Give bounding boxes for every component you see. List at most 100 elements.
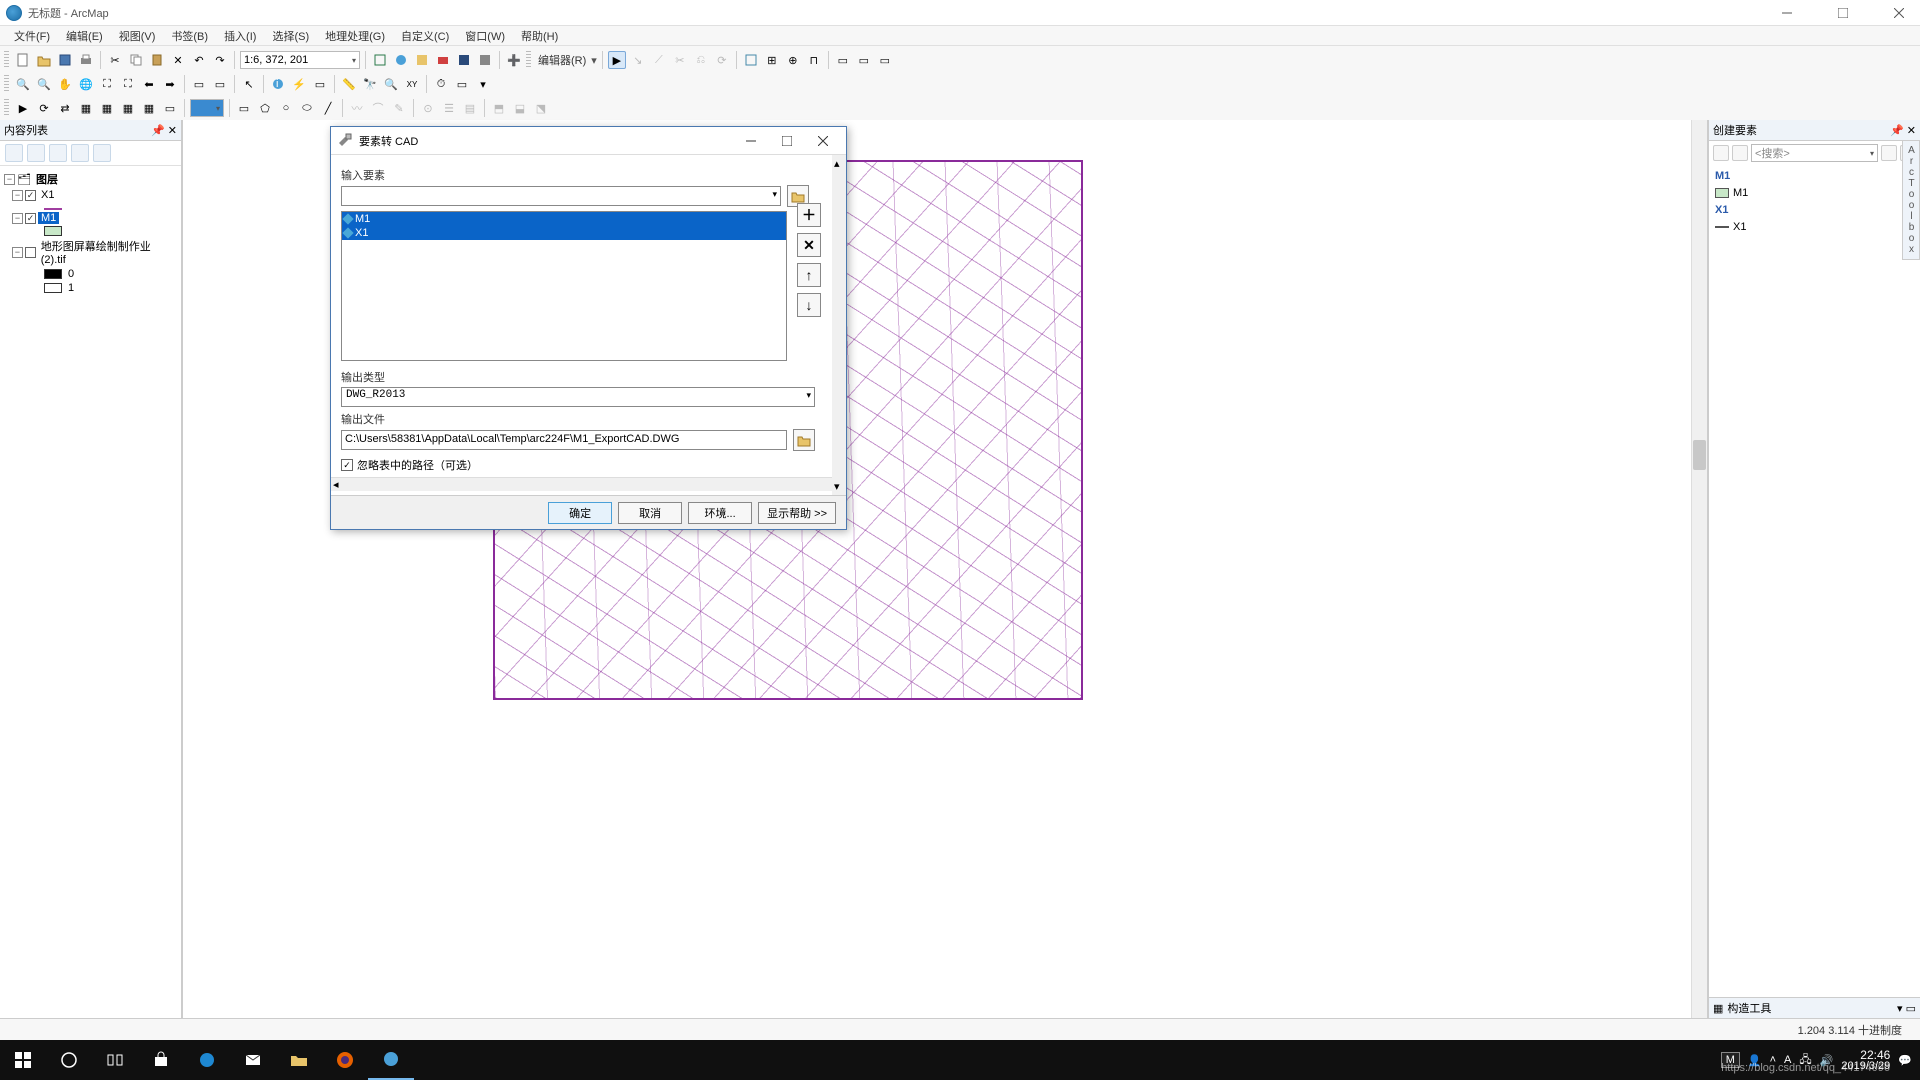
- toc-view-visible-icon[interactable]: [49, 144, 67, 162]
- panel-pin-icon[interactable]: 📌 ✕: [151, 124, 177, 137]
- georef-rotate-icon[interactable]: ⟳: [35, 99, 53, 117]
- toc-view-list-icon[interactable]: [5, 144, 23, 162]
- edit-tool-icon[interactable]: ▶: [608, 51, 626, 69]
- start-button[interactable]: [0, 1040, 46, 1080]
- edit-more-icon[interactable]: ⊓: [805, 51, 823, 69]
- taskbar-arcmap-icon[interactable]: [368, 1040, 414, 1080]
- dropdown-icon[interactable]: ▾: [474, 75, 492, 93]
- delete-icon[interactable]: ✕: [169, 51, 187, 69]
- layer-m1[interactable]: M1: [38, 212, 59, 224]
- edit-win3-icon[interactable]: ▭: [876, 51, 894, 69]
- menu-geoprocessing[interactable]: 地理处理(G): [319, 26, 391, 46]
- edit-win1-icon[interactable]: ▭: [834, 51, 852, 69]
- zoom-in-icon[interactable]: 🔍: [14, 75, 32, 93]
- cortana-icon[interactable]: [46, 1040, 92, 1080]
- fixed-zoom-out-icon[interactable]: ⛶: [119, 75, 137, 93]
- feature-row-x1[interactable]: X1: [342, 226, 786, 240]
- cancel-button[interactable]: 取消: [618, 502, 682, 524]
- marker3-icon[interactable]: ⬔: [532, 99, 550, 117]
- paste-icon[interactable]: [148, 51, 166, 69]
- taskbar-mail-icon[interactable]: [230, 1040, 276, 1080]
- move-up-button[interactable]: ↑: [797, 263, 821, 287]
- output-type-combo[interactable]: DWG_R2013: [341, 387, 815, 407]
- draw-ellipse-icon[interactable]: ⬭: [298, 99, 316, 117]
- taskbar-store-icon[interactable]: [138, 1040, 184, 1080]
- model-icon[interactable]: [476, 51, 494, 69]
- search-go-icon[interactable]: [1881, 145, 1897, 161]
- taskbar-firefox-icon[interactable]: [322, 1040, 368, 1080]
- toc-view-source-icon[interactable]: [27, 144, 45, 162]
- catalog-icon[interactable]: [413, 51, 431, 69]
- cut-icon[interactable]: ✂: [106, 51, 124, 69]
- window-close-button[interactable]: [1884, 3, 1914, 23]
- edit-win2-icon[interactable]: ▭: [855, 51, 873, 69]
- new-document-icon[interactable]: [14, 51, 32, 69]
- group-templates-icon[interactable]: [1732, 145, 1748, 161]
- menu-insert[interactable]: 插入(I): [218, 26, 262, 46]
- attr-icon[interactable]: [742, 51, 760, 69]
- tree-toggle[interactable]: −: [12, 213, 23, 224]
- layout-icon[interactable]: [371, 51, 389, 69]
- undo-icon[interactable]: ↶: [190, 51, 208, 69]
- panel-pin-icon[interactable]: 📌 ✕: [1890, 124, 1916, 137]
- georef-grid2-icon[interactable]: ▦: [98, 99, 116, 117]
- remove-feature-button[interactable]: ✕: [797, 233, 821, 257]
- draw-line-icon[interactable]: ╱: [319, 99, 337, 117]
- dialog-maximize-button[interactable]: [770, 130, 804, 152]
- template-search-input[interactable]: <搜索>: [1751, 144, 1878, 162]
- edit-node-icon[interactable]: ⊙: [419, 99, 437, 117]
- goto-xy-icon[interactable]: XY: [403, 75, 421, 93]
- window-maximize-button[interactable]: [1828, 3, 1858, 23]
- filter-templates-icon[interactable]: [1713, 145, 1729, 161]
- menu-file[interactable]: 文件(F): [8, 26, 56, 46]
- tree-toggle[interactable]: −: [12, 190, 23, 201]
- menu-help[interactable]: 帮助(H): [515, 26, 564, 46]
- marker2-icon[interactable]: ⬓: [511, 99, 529, 117]
- layer-checkbox[interactable]: [25, 247, 36, 258]
- menu-customize[interactable]: 自定义(C): [395, 26, 455, 46]
- full-extent-icon[interactable]: 🌐: [77, 75, 95, 93]
- draw-circle-icon[interactable]: ○: [277, 99, 295, 117]
- dialog-minimize-button[interactable]: [734, 130, 768, 152]
- add-feature-button[interactable]: ＋: [797, 203, 821, 227]
- template-item-m1[interactable]: M1: [1711, 185, 1918, 201]
- output-file-input[interactable]: C:\Users\58381\AppData\Local\Temp\arc224…: [341, 430, 787, 450]
- menu-window[interactable]: 窗口(W): [459, 26, 511, 46]
- task-view-icon[interactable]: [92, 1040, 138, 1080]
- toolbox-icon[interactable]: [434, 51, 452, 69]
- edit-vertices-icon[interactable]: ↘: [629, 51, 647, 69]
- layer-checkbox[interactable]: [25, 213, 36, 224]
- map-vscroll[interactable]: [1691, 120, 1707, 1034]
- georef-grid4-icon[interactable]: ▦: [140, 99, 158, 117]
- back-extent-icon[interactable]: ⬅: [140, 75, 158, 93]
- input-features-dropdown[interactable]: [341, 186, 781, 206]
- open-folder-icon[interactable]: [35, 51, 53, 69]
- ok-button[interactable]: 确定: [548, 502, 612, 524]
- toc-view-sel-icon[interactable]: [71, 144, 89, 162]
- ignore-paths-checkbox[interactable]: 忽略表中的路径（可选）: [341, 457, 836, 473]
- feature-row-m1[interactable]: M1: [342, 212, 786, 226]
- cut-poly-icon[interactable]: ✂: [671, 51, 689, 69]
- tree-toggle[interactable]: −: [4, 174, 15, 185]
- color-combo[interactable]: [190, 99, 224, 117]
- edit-snap-icon[interactable]: ⊕: [784, 51, 802, 69]
- find-icon[interactable]: 🔭: [361, 75, 379, 93]
- show-help-button[interactable]: 显示帮助 >>: [758, 502, 836, 524]
- html-popup-icon[interactable]: ▭: [311, 75, 329, 93]
- viewer-window-icon[interactable]: ▭: [453, 75, 471, 93]
- layer-raster[interactable]: 地形图屏幕绘制制作业(2).tif: [38, 238, 177, 266]
- zoom-out-icon[interactable]: 🔍: [35, 75, 53, 93]
- measure-icon[interactable]: 📏: [340, 75, 358, 93]
- select-features-icon[interactable]: ▭: [190, 75, 208, 93]
- split-icon[interactable]: ⎌: [692, 51, 710, 69]
- scale-combo[interactable]: 1:6, 372, 201: [240, 51, 360, 69]
- reshape-icon[interactable]: ⟋: [650, 51, 668, 69]
- browse-output-button[interactable]: [793, 429, 815, 451]
- source-icon[interactable]: [392, 51, 410, 69]
- layer-checkbox[interactable]: [25, 190, 36, 201]
- environments-button[interactable]: 环境...: [688, 502, 752, 524]
- action-center-icon[interactable]: 💬: [1898, 1054, 1912, 1067]
- time-slider-icon[interactable]: ⏱: [432, 75, 450, 93]
- print-icon[interactable]: [77, 51, 95, 69]
- move-down-button[interactable]: ↓: [797, 293, 821, 317]
